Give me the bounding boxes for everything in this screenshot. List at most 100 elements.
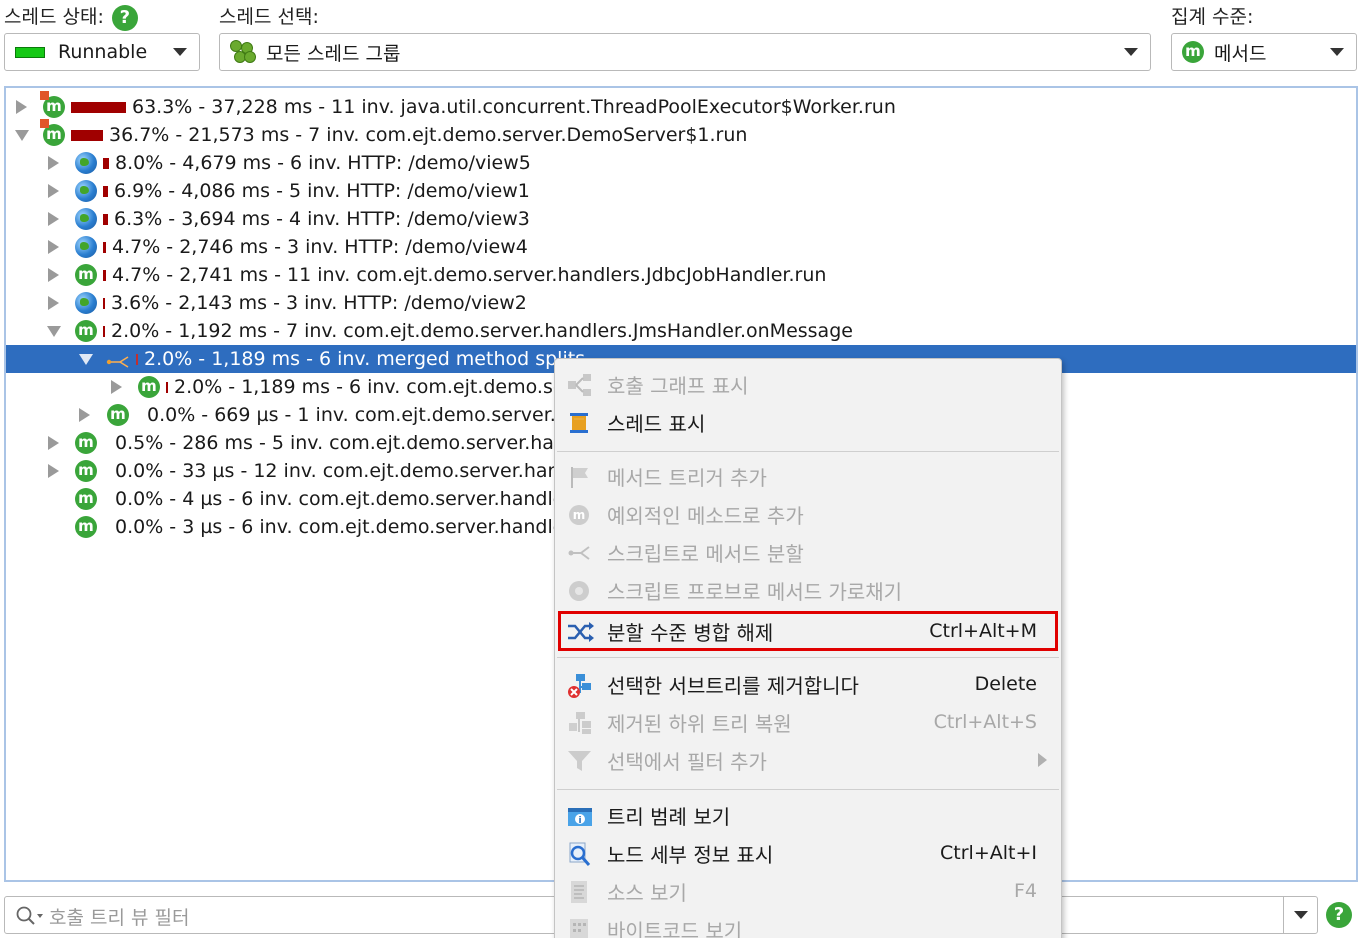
thread-select-dropdown[interactable]: 모든 스레드 그룹 <box>219 33 1151 71</box>
tree-row-label: 0.0% - 669 µs - 1 inv. com.ejt.demo.serv… <box>147 404 580 426</box>
thread-select-label: 스레드 선택: <box>219 6 319 28</box>
time-bar <box>103 185 108 197</box>
expand-arrow-icon[interactable] <box>48 184 59 198</box>
submenu-arrow-icon <box>1038 753 1047 767</box>
tree-row[interactable]: m 2.0% - 1,192 ms - 7 inv. com.ejt.demo.… <box>6 317 1356 345</box>
time-bar <box>103 325 105 337</box>
method-icon: m <box>75 264 97 286</box>
menu-item-split-method-by-script[interactable]: 스크립트로 메서드 분할 <box>557 533 1059 571</box>
tree-row[interactable]: m 4.7% - 2,741 ms - 11 inv. com.ejt.demo… <box>6 261 1356 289</box>
tree-row-label: 2.0% - 1,189 ms - 6 inv. merged method s… <box>144 348 586 370</box>
thread-icon <box>567 411 593 435</box>
filter-icon <box>567 749 593 773</box>
expand-arrow-icon[interactable] <box>48 464 59 478</box>
tree-row-label: 3.6% - 2,143 ms - 3 inv. HTTP: /demo/vie… <box>111 292 527 314</box>
tree-row-label: 0.5% - 286 ms - 5 inv. com.ejt.demo.serv… <box>115 432 579 454</box>
menu-item-label: 선택에서 필터 추가 <box>607 749 767 774</box>
chevron-down-icon <box>1330 48 1344 56</box>
menu-item-label: 제거된 하위 트리 복원 <box>607 711 792 736</box>
method-icon: m <box>40 91 65 118</box>
menu-item-show-node-details[interactable]: 노드 세부 정보 표시 Ctrl+Alt+I <box>557 834 1059 872</box>
collapse-arrow-icon[interactable] <box>15 129 29 141</box>
menu-item-label: 소스 보기 <box>607 880 687 905</box>
time-bar <box>103 241 106 253</box>
chevron-down-icon <box>173 48 187 56</box>
tree-row-label: 8.0% - 4,679 ms - 6 inv. HTTP: /demo/vie… <box>115 152 531 174</box>
remove-subtree-icon <box>567 673 593 698</box>
menu-item-label: 스크립트 프로브로 메서드 가로채기 <box>607 579 903 604</box>
menu-separator <box>557 657 1059 658</box>
svg-text:m: m <box>573 508 586 522</box>
expand-arrow-icon[interactable] <box>48 212 59 226</box>
expand-arrow-icon[interactable] <box>48 240 59 254</box>
menu-item-restore-removed-subtrees[interactable]: 제거된 하위 트리 복원 Ctrl+Alt+S <box>557 703 1059 741</box>
expand-arrow-icon[interactable] <box>48 156 59 170</box>
method-icon: m <box>40 119 65 146</box>
time-bar <box>103 213 108 225</box>
menu-item-intercept-method-with-probe[interactable]: 스크립트 프로브로 메서드 가로채기 <box>557 571 1059 609</box>
expand-arrow-icon[interactable] <box>48 268 59 282</box>
filter-dropdown-button[interactable] <box>1283 897 1317 933</box>
globe-icon <box>75 292 97 314</box>
expand-arrow-icon[interactable] <box>16 100 27 114</box>
aggregation-label: 집계 수준: <box>1171 6 1254 28</box>
menu-item-label: 예외적인 메소드로 추가 <box>607 503 804 528</box>
menu-item-show-bytecode[interactable]: 바이트코드 보기 <box>557 910 1059 938</box>
tree-row-label: 0.0% - 3 µs - 6 inv. com.ejt.demo.server… <box>115 516 583 538</box>
highlight-box <box>558 611 1058 651</box>
time-bar <box>103 269 106 281</box>
menu-item-label: 바이트코드 보기 <box>607 918 743 938</box>
chevron-down-icon <box>1124 48 1138 56</box>
thread-state-dropdown[interactable]: Runnable <box>4 33 200 71</box>
tree-row-label: 0.0% - 33 µs - 12 inv. com.ejt.demo.serv… <box>115 460 577 482</box>
menu-item-show-call-graph[interactable]: 호출 그래프 표시 <box>557 365 1059 403</box>
thread-groups-icon <box>230 40 256 64</box>
expand-arrow-icon[interactable] <box>48 436 59 450</box>
menu-item-show-tree-legend[interactable]: i 트리 범례 보기 <box>557 796 1059 834</box>
method-icon: m <box>138 376 160 398</box>
time-bar <box>166 381 168 393</box>
tree-row-label: 6.9% - 4,086 ms - 5 inv. HTTP: /demo/vie… <box>114 180 530 202</box>
tree-row-label: 4.7% - 2,746 ms - 3 inv. HTTP: /demo/vie… <box>112 236 528 258</box>
collapse-arrow-icon[interactable] <box>47 325 61 337</box>
tree-row[interactable]: 6.9% - 4,086 ms - 5 inv. HTTP: /demo/vie… <box>6 177 1356 205</box>
menu-item-add-method-trigger[interactable]: 메서드 트리거 추가 <box>557 457 1059 495</box>
menu-item-show-source[interactable]: 소스 보기 F4 <box>557 872 1059 910</box>
menu-item-add-filter-from-selection[interactable]: 선택에서 필터 추가 <box>557 741 1059 779</box>
split-icon <box>106 352 130 368</box>
menu-item-show-threads[interactable]: 스레드 표시 <box>557 403 1059 441</box>
menu-item-label: 스크립트로 메서드 분할 <box>607 541 804 566</box>
probe-icon <box>567 579 593 603</box>
help-icon[interactable]: ? <box>1326 902 1352 928</box>
collapse-arrow-icon[interactable] <box>79 353 93 365</box>
tree-row[interactable]: m 63.3% - 37,228 ms - 11 inv. java.util.… <box>6 91 1356 121</box>
tree-row[interactable]: 6.3% - 3,694 ms - 4 inv. HTTP: /demo/vie… <box>6 205 1356 233</box>
restore-subtree-icon <box>567 711 593 735</box>
time-bar <box>103 297 105 309</box>
menu-item-add-exceptional-method[interactable]: m 예외적인 메소드로 추가 <box>557 495 1059 533</box>
method-icon: m <box>75 320 97 342</box>
expand-arrow-icon[interactable] <box>79 408 90 422</box>
tree-row[interactable]: 3.6% - 2,143 ms - 3 inv. HTTP: /demo/vie… <box>6 289 1356 317</box>
globe-icon <box>75 208 97 230</box>
help-icon[interactable]: ? <box>111 4 138 31</box>
tree-row[interactable]: 4.7% - 2,746 ms - 3 inv. HTTP: /demo/vie… <box>6 233 1356 261</box>
time-bar <box>71 101 126 113</box>
thread-select-value: 모든 스레드 그룹 <box>266 42 401 65</box>
time-bar <box>136 353 138 365</box>
tree-row-label: 63.3% - 37,228 ms - 11 inv. java.util.co… <box>132 96 896 118</box>
time-bar <box>71 129 103 141</box>
tree-row[interactable]: 8.0% - 4,679 ms - 6 inv. HTTP: /demo/vie… <box>6 149 1356 177</box>
aggregation-dropdown[interactable]: m 메서드 <box>1171 33 1357 71</box>
exceptional-method-icon: m <box>567 503 593 527</box>
tree-row-label: 36.7% - 21,573 ms - 7 inv. com.ejt.demo.… <box>109 124 748 146</box>
method-icon: m <box>107 404 129 426</box>
menu-item-shortcut: Delete <box>974 673 1037 695</box>
expand-arrow-icon[interactable] <box>111 380 122 394</box>
expand-arrow-icon[interactable] <box>48 296 59 310</box>
tree-row[interactable]: m 36.7% - 21,573 ms - 7 inv. com.ejt.dem… <box>6 119 1356 149</box>
menu-item-remove-subtree[interactable]: 선택한 서브트리를 제거합니다 Delete <box>557 665 1059 703</box>
menu-item-label: 메서드 트리거 추가 <box>607 465 767 490</box>
globe-icon <box>75 152 97 174</box>
bytecode-icon <box>567 918 593 938</box>
